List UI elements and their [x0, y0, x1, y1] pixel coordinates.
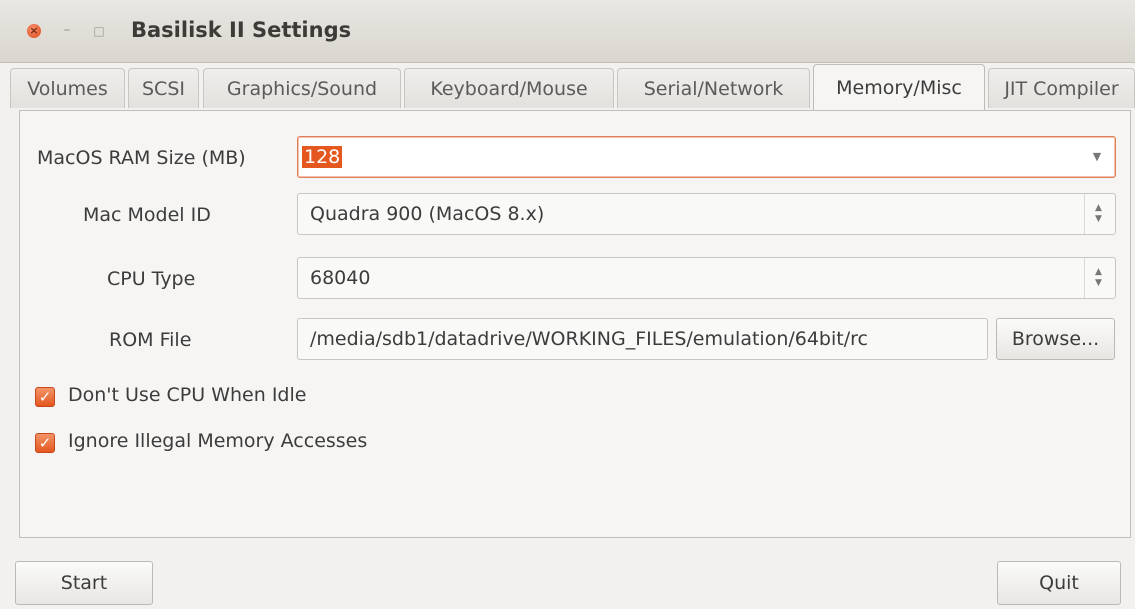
quit-button[interactable]: Quit	[997, 561, 1121, 605]
checkmark-icon[interactable]: ✓	[35, 433, 55, 453]
tab-bar: Volumes SCSI Graphics/Sound Keyboard/Mou…	[10, 64, 1135, 111]
ram-size-combo[interactable]: 128 ▼	[297, 136, 1116, 178]
tab-keyboard-mouse[interactable]: Keyboard/Mouse	[404, 68, 614, 108]
chevron-down-icon[interactable]: ▼	[1079, 137, 1115, 177]
window-title: Basilisk II Settings	[131, 18, 352, 42]
tab-scsi[interactable]: SCSI	[128, 68, 199, 108]
rom-file-label: ROM File	[109, 329, 192, 351]
ram-size-label: MacOS RAM Size (MB)	[37, 147, 246, 169]
model-id-select[interactable]: Quadra 900 (MacOS 8.x) ▲ ▼	[297, 193, 1116, 235]
model-id-value: Quadra 900 (MacOS 8.x)	[310, 203, 545, 225]
tab-volumes[interactable]: Volumes	[10, 68, 125, 108]
start-button[interactable]: Start	[15, 561, 153, 605]
tab-memory-misc[interactable]: Memory/Misc	[813, 64, 985, 111]
spinner-icon[interactable]: ▲ ▼	[1084, 258, 1115, 298]
tab-jit-compiler[interactable]: JIT Compiler	[988, 68, 1135, 108]
memory-misc-panel: MacOS RAM Size (MB) 128 ▼ Mac Model ID Q…	[19, 110, 1131, 538]
maximize-icon[interactable]: □	[92, 24, 106, 38]
rom-file-input[interactable]: /media/sdb1/datadrive/WORKING_FILES/emul…	[297, 318, 988, 360]
model-id-label: Mac Model ID	[83, 204, 211, 226]
ram-size-value[interactable]: 128	[302, 146, 343, 168]
cpu-type-value: 68040	[310, 267, 371, 289]
minimize-icon[interactable]: –	[60, 23, 74, 38]
illegal-memory-checkbox-label[interactable]: Ignore Illegal Memory Accesses	[68, 430, 367, 452]
idle-checkbox-label[interactable]: Don't Use CPU When Idle	[68, 384, 306, 406]
close-icon[interactable]: ×	[27, 24, 41, 38]
tab-serial-network[interactable]: Serial/Network	[617, 68, 810, 108]
title-bar: × – □ Basilisk II Settings	[0, 0, 1135, 63]
tab-graphics-sound[interactable]: Graphics/Sound	[203, 68, 401, 108]
checkmark-icon[interactable]: ✓	[35, 387, 55, 407]
cpu-type-label: CPU Type	[107, 268, 196, 290]
rom-file-value[interactable]: /media/sdb1/datadrive/WORKING_FILES/emul…	[310, 328, 868, 350]
spinner-icon[interactable]: ▲ ▼	[1084, 194, 1115, 234]
cpu-type-select[interactable]: 68040 ▲ ▼	[297, 257, 1116, 299]
browse-button[interactable]: Browse...	[996, 318, 1115, 360]
